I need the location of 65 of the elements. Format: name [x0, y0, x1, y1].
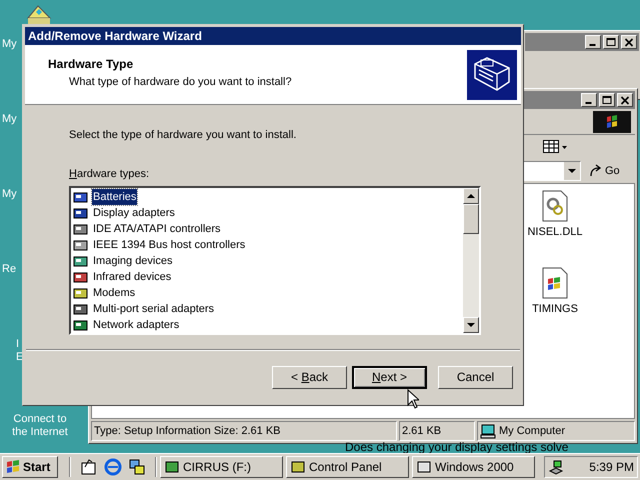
- scroll-up-button[interactable]: [463, 188, 479, 204]
- computer-icon: [480, 424, 496, 438]
- list-item[interactable]: Batteries: [92, 188, 138, 206]
- device-icon: [73, 286, 89, 300]
- wizard-button[interactable]: Next >: [352, 366, 427, 388]
- clock: 5:39 PM: [589, 459, 634, 476]
- hardware-types-list[interactable]: Batteries Display adapters IDE ATA/ATAPI controllers IEEE 1394 Bus host controllers Imaging devices Infrared devices Modems Multi-port serial adapters Network adapters: [69, 186, 481, 335]
- list-item[interactable]: Imaging devices: [92, 252, 174, 270]
- wizard-button[interactable]: < Back: [272, 366, 347, 388]
- background-text: Does changing your display settings solve: [345, 441, 568, 454]
- window-icon: [164, 459, 180, 475]
- list-item[interactable]: IEEE 1394 Bus host controllers: [92, 236, 246, 254]
- go-arrow-icon: [589, 164, 603, 178]
- network-icon[interactable]: [548, 459, 564, 475]
- go-button[interactable]: Go: [587, 161, 622, 181]
- close-button[interactable]: [621, 35, 637, 49]
- device-icon: [73, 270, 89, 284]
- list-item[interactable]: Modems: [92, 284, 136, 302]
- list-item[interactable]: IDE ATA/ATAPI controllers: [92, 220, 222, 238]
- desktop-icon[interactable]: [26, 4, 52, 24]
- device-icon: [73, 318, 89, 332]
- device-icon: [73, 238, 89, 252]
- status-cell: Type: Setup Information Size: 2.61 KB: [91, 421, 397, 441]
- header-subtitle: What type of hardware do you want to install?: [68, 75, 292, 90]
- list-item[interactable]: Multi-port serial adapters: [92, 300, 216, 318]
- scroll-down-button[interactable]: [463, 317, 479, 333]
- device-icon: [73, 302, 89, 316]
- taskbar-button[interactable]: Control Panel: [286, 456, 409, 478]
- list-item[interactable]: Display adapters: [92, 204, 176, 222]
- views-icon[interactable]: [543, 140, 569, 154]
- device-icon: [73, 254, 89, 268]
- list-label: Hardware types:: [69, 166, 150, 182]
- minimize-button[interactable]: [585, 35, 601, 49]
- status-cell: 2.61 KB: [399, 421, 475, 441]
- taskbar-button[interactable]: Windows 2000: [412, 456, 535, 478]
- list-item[interactable]: Network adapters: [92, 316, 180, 333]
- list-item[interactable]: Infrared devices: [92, 268, 172, 286]
- window-title: Add/Remove Hardware Wizard: [28, 28, 202, 45]
- mouse-pointer-icon: [407, 389, 419, 409]
- maximize-button[interactable]: [599, 93, 615, 107]
- address-dropdown[interactable]: [523, 161, 581, 181]
- close-button[interactable]: [617, 93, 633, 107]
- maximize-button[interactable]: [603, 35, 619, 49]
- device-icon: [73, 206, 89, 220]
- wizard-button[interactable]: Cancel: [438, 366, 513, 388]
- window-icon: [416, 459, 432, 475]
- taskbar-button[interactable]: CIRRUS (F:): [160, 456, 283, 478]
- device-icon: [73, 190, 89, 204]
- file-name[interactable]: NISEL.DLL: [527, 224, 583, 240]
- start-button[interactable]: Start: [2, 456, 58, 478]
- instruction-text: Select the type of hardware you want to install.: [69, 128, 298, 143]
- file-name[interactable]: TIMINGS: [532, 300, 578, 317]
- windows-flag-icon: [5, 460, 21, 474]
- setup-file-icon[interactable]: [542, 266, 568, 298]
- hardware-icon: [467, 50, 517, 100]
- windows-logo-icon: [593, 110, 631, 132]
- scroll-thumb[interactable]: [463, 204, 479, 234]
- scrollbar[interactable]: [463, 188, 479, 333]
- header-title: Hardware Type: [48, 56, 134, 73]
- channels-icon[interactable]: [128, 458, 146, 476]
- gear-file-icon[interactable]: [542, 190, 568, 222]
- device-icon: [73, 222, 89, 236]
- minimize-button[interactable]: [581, 93, 597, 107]
- window-icon: [290, 459, 306, 475]
- status-text: My Computer: [499, 424, 566, 439]
